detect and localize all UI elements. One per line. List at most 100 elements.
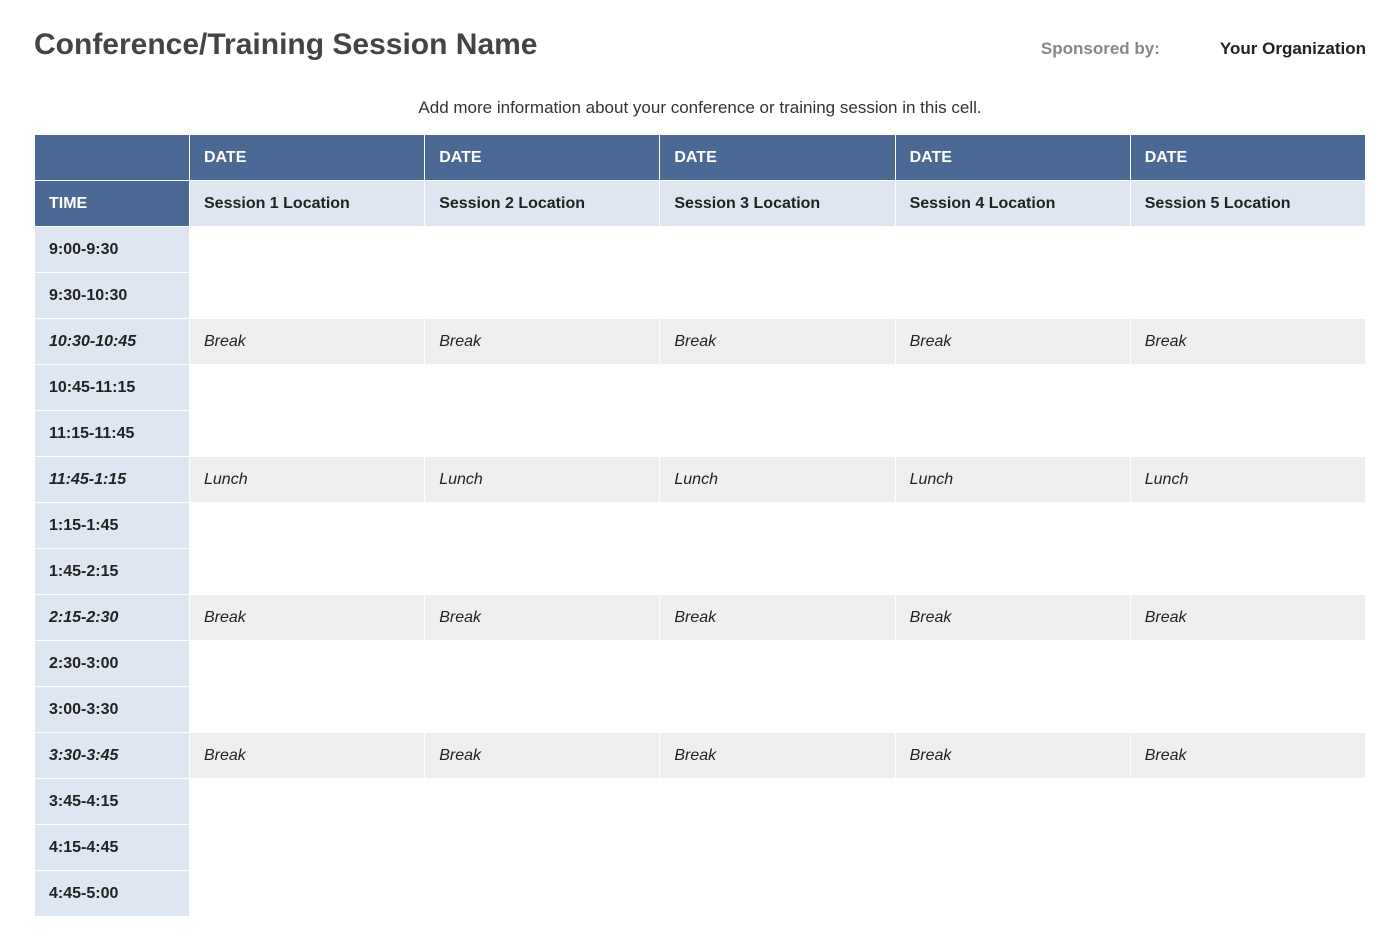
session-cell[interactable] [190, 871, 425, 917]
session-cell[interactable] [190, 549, 425, 595]
schedule-table: DATE DATE DATE DATE DATE TIME Session 1 … [34, 134, 1366, 917]
session-cell[interactable] [190, 227, 425, 273]
session-cell[interactable] [895, 549, 1130, 595]
session-cell[interactable] [895, 871, 1130, 917]
table-row: 4:45-5:00 [35, 871, 1366, 917]
session-cell[interactable] [660, 365, 895, 411]
session-cell[interactable] [660, 411, 895, 457]
session-cell[interactable] [660, 503, 895, 549]
session-cell[interactable]: Break [895, 733, 1130, 779]
session-cell[interactable] [1130, 825, 1365, 871]
session-cell[interactable] [425, 687, 660, 733]
table-row: 3:30-3:45BreakBreakBreakBreakBreak [35, 733, 1366, 779]
table-row: 3:00-3:30 [35, 687, 1366, 733]
session-cell[interactable] [660, 641, 895, 687]
session-cell[interactable] [190, 273, 425, 319]
organization-name: Your Organization [1220, 39, 1366, 59]
session-cell[interactable] [660, 779, 895, 825]
session-cell[interactable]: Break [425, 733, 660, 779]
date-header: DATE [425, 135, 660, 181]
session-cell[interactable] [425, 871, 660, 917]
time-cell: 3:30-3:45 [35, 733, 190, 779]
session-cell[interactable] [895, 687, 1130, 733]
date-header: DATE [190, 135, 425, 181]
session-cell[interactable]: Break [190, 595, 425, 641]
session-cell[interactable]: Break [895, 319, 1130, 365]
session-cell[interactable] [1130, 871, 1365, 917]
session-cell[interactable]: Break [425, 595, 660, 641]
session-cell[interactable] [1130, 273, 1365, 319]
session-cell[interactable] [895, 779, 1130, 825]
subinfo-text: Add more information about your conferen… [34, 98, 1366, 118]
session-cell[interactable] [425, 641, 660, 687]
session-cell[interactable] [660, 227, 895, 273]
time-cell: 4:45-5:00 [35, 871, 190, 917]
session-cell[interactable] [895, 273, 1130, 319]
session-cell[interactable]: Break [660, 595, 895, 641]
location-header: Session 5 Location [1130, 181, 1365, 227]
page-title: Conference/Training Session Name [34, 28, 537, 62]
time-header: TIME [35, 181, 190, 227]
session-cell[interactable] [190, 779, 425, 825]
session-cell[interactable]: Lunch [1130, 457, 1365, 503]
session-cell[interactable] [1130, 227, 1365, 273]
session-cell[interactable] [425, 365, 660, 411]
session-cell[interactable] [660, 871, 895, 917]
session-cell[interactable]: Break [660, 319, 895, 365]
date-header: DATE [1130, 135, 1365, 181]
time-cell: 11:15-11:45 [35, 411, 190, 457]
session-cell[interactable] [895, 365, 1130, 411]
table-row: 3:45-4:15 [35, 779, 1366, 825]
time-cell: 11:45-1:15 [35, 457, 190, 503]
session-cell[interactable] [660, 273, 895, 319]
session-cell[interactable] [425, 825, 660, 871]
time-cell: 10:45-11:15 [35, 365, 190, 411]
session-cell[interactable]: Break [895, 595, 1130, 641]
sponsor-block: Sponsored by: Your Organization [1041, 39, 1366, 59]
session-cell[interactable] [1130, 687, 1365, 733]
corner-cell [35, 135, 190, 181]
session-cell[interactable] [1130, 503, 1365, 549]
session-cell[interactable] [895, 503, 1130, 549]
session-cell[interactable]: Break [190, 319, 425, 365]
session-cell[interactable] [1130, 779, 1365, 825]
session-cell[interactable]: Break [1130, 319, 1365, 365]
session-cell[interactable] [425, 411, 660, 457]
session-cell[interactable]: Break [1130, 733, 1365, 779]
location-header: Session 2 Location [425, 181, 660, 227]
session-cell[interactable] [190, 411, 425, 457]
table-row: 10:45-11:15 [35, 365, 1366, 411]
session-cell[interactable]: Lunch [895, 457, 1130, 503]
session-cell[interactable]: Break [190, 733, 425, 779]
session-cell[interactable] [425, 779, 660, 825]
session-cell[interactable] [895, 825, 1130, 871]
location-header: Session 1 Location [190, 181, 425, 227]
session-cell[interactable]: Lunch [425, 457, 660, 503]
session-cell[interactable]: Break [425, 319, 660, 365]
session-cell[interactable] [895, 411, 1130, 457]
session-cell[interactable] [190, 365, 425, 411]
session-cell[interactable] [190, 503, 425, 549]
session-cell[interactable] [425, 549, 660, 595]
page-header: Conference/Training Session Name Sponsor… [34, 28, 1366, 62]
session-cell[interactable] [895, 227, 1130, 273]
session-cell[interactable] [1130, 641, 1365, 687]
session-cell[interactable] [660, 549, 895, 595]
session-cell[interactable] [1130, 365, 1365, 411]
session-cell[interactable] [425, 227, 660, 273]
session-cell[interactable] [1130, 549, 1365, 595]
session-cell[interactable] [895, 641, 1130, 687]
session-cell[interactable]: Lunch [190, 457, 425, 503]
session-cell[interactable] [660, 825, 895, 871]
session-cell[interactable] [1130, 411, 1365, 457]
session-cell[interactable] [660, 687, 895, 733]
session-cell[interactable] [425, 503, 660, 549]
session-cell[interactable] [190, 687, 425, 733]
session-cell[interactable] [190, 641, 425, 687]
session-cell[interactable]: Break [1130, 595, 1365, 641]
session-cell[interactable] [190, 825, 425, 871]
session-cell[interactable] [425, 273, 660, 319]
table-row: 10:30-10:45BreakBreakBreakBreakBreak [35, 319, 1366, 365]
session-cell[interactable]: Break [660, 733, 895, 779]
session-cell[interactable]: Lunch [660, 457, 895, 503]
